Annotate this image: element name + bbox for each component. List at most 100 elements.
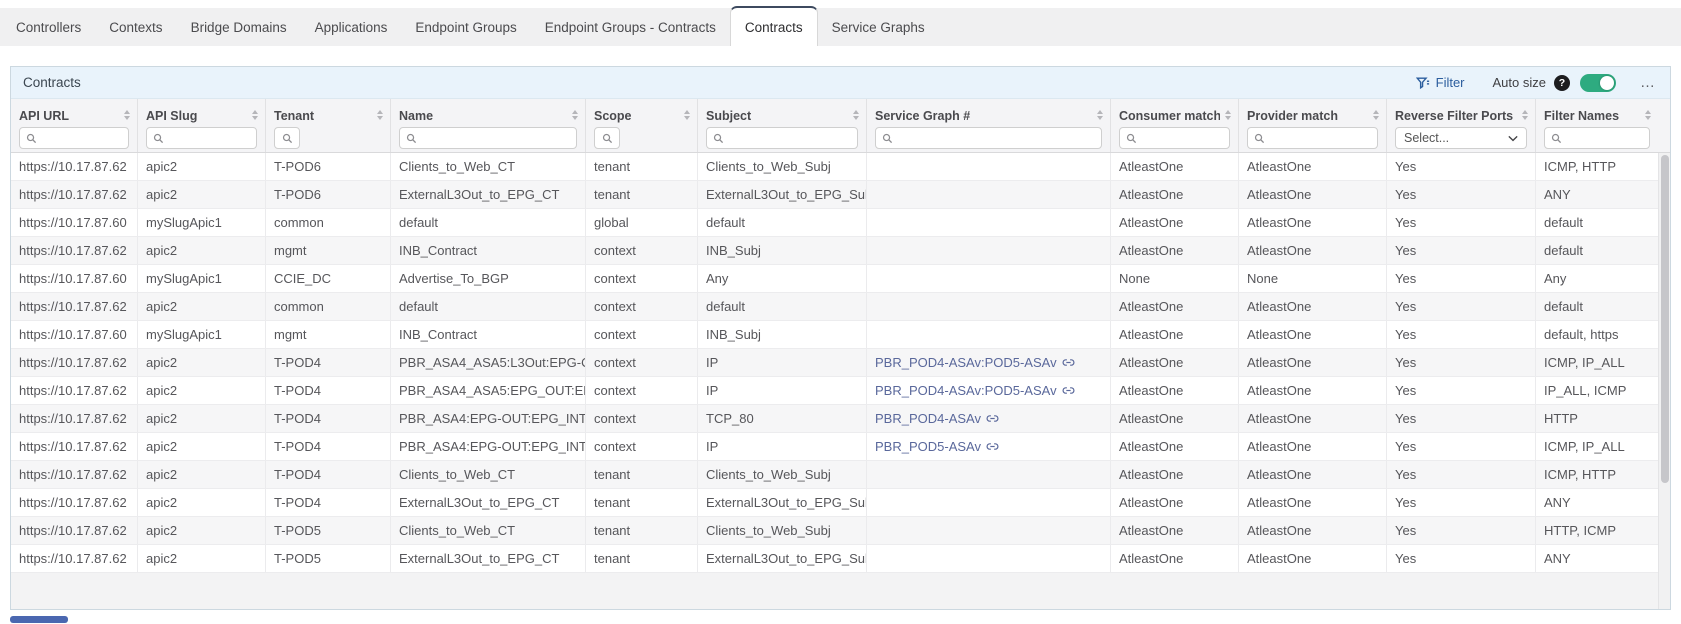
- api-url-filter-input[interactable]: [19, 127, 129, 149]
- service-graph-link[interactable]: PBR_POD5-ASAv: [875, 433, 999, 460]
- sort-icon[interactable]: [1097, 110, 1103, 120]
- column-header-api-slug[interactable]: API Slug: [138, 99, 266, 124]
- cell-consumer-match: AtleastOne: [1111, 321, 1239, 348]
- service-graph-filter-input[interactable]: [875, 127, 1102, 149]
- table-row[interactable]: https://10.17.87.62apic2T-POD4PBR_ASA4_A…: [11, 377, 1670, 405]
- column-header-api-url[interactable]: API URL: [11, 99, 138, 124]
- table-row[interactable]: https://10.17.87.60mySlugApic1commondefa…: [11, 209, 1670, 237]
- column-header-tenant[interactable]: Tenant: [266, 99, 391, 124]
- cell-api-slug: apic2: [138, 293, 266, 320]
- cell-api-slug: apic2: [138, 181, 266, 208]
- filter-button[interactable]: Filter: [1416, 75, 1465, 90]
- table-row[interactable]: https://10.17.87.62apic2T-POD5ExternalL3…: [11, 545, 1670, 573]
- table-row[interactable]: https://10.17.87.62apic2T-POD4Clients_to…: [11, 461, 1670, 489]
- cell-provider-match: AtleastOne: [1239, 461, 1387, 488]
- service-graph-link[interactable]: PBR_POD4-ASAv: [875, 405, 999, 432]
- link-icon: [986, 412, 999, 425]
- name-filter-text[interactable]: [422, 130, 572, 146]
- tenant-filter-input[interactable]: [274, 127, 300, 149]
- search-icon: [282, 133, 293, 144]
- column-header-subject[interactable]: Subject: [698, 99, 867, 124]
- tab-endpoint-groups[interactable]: Endpoint Groups: [401, 8, 530, 46]
- name-filter-input[interactable]: [399, 127, 577, 149]
- cell-name: ExternalL3Out_to_EPG_CT: [391, 181, 586, 208]
- column-label: Tenant: [274, 109, 314, 123]
- vertical-scrollbar-thumb[interactable]: [1661, 155, 1669, 483]
- api-url-filter-text[interactable]: [42, 130, 124, 146]
- tab-service-graphs[interactable]: Service Graphs: [818, 8, 939, 46]
- column-header-name[interactable]: Name: [391, 99, 586, 124]
- more-menu-button[interactable]: …: [1640, 78, 1656, 88]
- cell-provider-match: AtleastOne: [1239, 237, 1387, 264]
- cell-reverse-filter-ports: Yes: [1387, 377, 1536, 404]
- service-graph-filter-text[interactable]: [898, 130, 1097, 146]
- table-row[interactable]: https://10.17.87.62apic2T-POD4ExternalL3…: [11, 489, 1670, 517]
- scope-filter-input[interactable]: [594, 127, 620, 149]
- api-slug-filter-text[interactable]: [169, 130, 252, 146]
- vertical-scrollbar[interactable]: [1658, 153, 1670, 609]
- column-header-filter-names[interactable]: Filter Names: [1536, 99, 1658, 124]
- table-row[interactable]: https://10.17.87.62apic2T-POD6ExternalL3…: [11, 181, 1670, 209]
- column-label: Consumer match: [1119, 109, 1220, 123]
- sort-icon[interactable]: [853, 110, 859, 120]
- table-row[interactable]: https://10.17.87.62apic2mgmtINB_Contract…: [11, 237, 1670, 265]
- filter-names-filter-input[interactable]: [1544, 127, 1650, 149]
- sort-icon[interactable]: [124, 110, 130, 120]
- cell-provider-match: AtleastOne: [1239, 517, 1387, 544]
- sort-icon[interactable]: [572, 110, 578, 120]
- sort-icon[interactable]: [1373, 110, 1379, 120]
- api-slug-filter-input[interactable]: [146, 127, 257, 149]
- sort-icon[interactable]: [377, 110, 383, 120]
- consumer-match-filter-input[interactable]: [1119, 127, 1230, 149]
- table-row[interactable]: https://10.17.87.62apic2T-POD4PBR_ASA4_A…: [11, 349, 1670, 377]
- cell-api-slug: apic2: [138, 545, 266, 572]
- cell-subject: INB_Subj: [698, 237, 867, 264]
- column-header-scope[interactable]: Scope: [586, 99, 698, 124]
- column-header-service-graph[interactable]: Service Graph #: [867, 99, 1111, 124]
- horizontal-scrollbar-thumb[interactable]: [10, 616, 68, 623]
- search-icon: [713, 133, 724, 144]
- subject-filter-text[interactable]: [729, 130, 853, 146]
- column-header-reverse-filter-ports[interactable]: Reverse Filter Ports: [1387, 99, 1536, 124]
- cell-scope: global: [586, 209, 698, 236]
- service-graph-text: PBR_POD5-ASAv: [875, 433, 981, 460]
- reverse-filter-ports-filter-select[interactable]: Select...: [1395, 127, 1527, 149]
- sort-icon[interactable]: [1225, 110, 1231, 120]
- help-icon[interactable]: ?: [1554, 75, 1570, 91]
- table-row[interactable]: https://10.17.87.62apic2T-POD4PBR_ASA4:E…: [11, 433, 1670, 461]
- autosize-toggle[interactable]: [1580, 74, 1616, 92]
- tab-contexts[interactable]: Contexts: [95, 8, 176, 46]
- tab-controllers[interactable]: Controllers: [2, 8, 95, 46]
- consumer-match-filter-text[interactable]: [1142, 130, 1225, 146]
- sort-icon[interactable]: [252, 110, 258, 120]
- cell-api-slug: mySlugApic1: [138, 209, 266, 236]
- service-graph-link[interactable]: PBR_POD4-ASAv:POD5-ASAv: [875, 377, 1075, 404]
- provider-match-filter-input[interactable]: [1247, 127, 1378, 149]
- sort-icon[interactable]: [1645, 110, 1651, 120]
- cell-tenant: common: [266, 293, 391, 320]
- cell-service-graph: [867, 237, 1111, 264]
- sort-icon[interactable]: [684, 110, 690, 120]
- tab-endpoint-groups-contracts[interactable]: Endpoint Groups - Contracts: [531, 8, 730, 46]
- cell-provider-match: AtleastOne: [1239, 377, 1387, 404]
- subject-filter-input[interactable]: [706, 127, 858, 149]
- table-row[interactable]: https://10.17.87.62apic2T-POD5Clients_to…: [11, 517, 1670, 545]
- horizontal-scrollbar[interactable]: [0, 615, 1681, 624]
- table-row[interactable]: https://10.17.87.60mySlugApic1CCIE_DCAdv…: [11, 265, 1670, 293]
- table-row[interactable]: https://10.17.87.62apic2T-POD4PBR_ASA4:E…: [11, 405, 1670, 433]
- sort-icon[interactable]: [1522, 110, 1528, 120]
- filter-names-filter-text[interactable]: [1567, 130, 1645, 146]
- contracts-panel: Contracts Filter Auto size ? … API U: [10, 66, 1671, 610]
- cell-tenant: T-POD5: [266, 545, 391, 572]
- table-row[interactable]: https://10.17.87.62apic2commondefaultcon…: [11, 293, 1670, 321]
- cell-filter-names: ICMP, HTTP: [1536, 461, 1658, 488]
- tab-contracts[interactable]: Contracts: [730, 6, 818, 46]
- table-row[interactable]: https://10.17.87.62apic2T-POD6Clients_to…: [11, 153, 1670, 181]
- service-graph-link[interactable]: PBR_POD4-ASAv:POD5-ASAv: [875, 349, 1075, 376]
- column-header-provider-match[interactable]: Provider match: [1239, 99, 1387, 124]
- table-row[interactable]: https://10.17.87.60mySlugApic1mgmtINB_Co…: [11, 321, 1670, 349]
- column-header-consumer-match[interactable]: Consumer match: [1111, 99, 1239, 124]
- tab-applications[interactable]: Applications: [301, 8, 402, 46]
- tab-bridge-domains[interactable]: Bridge Domains: [177, 8, 301, 46]
- provider-match-filter-text[interactable]: [1270, 130, 1373, 146]
